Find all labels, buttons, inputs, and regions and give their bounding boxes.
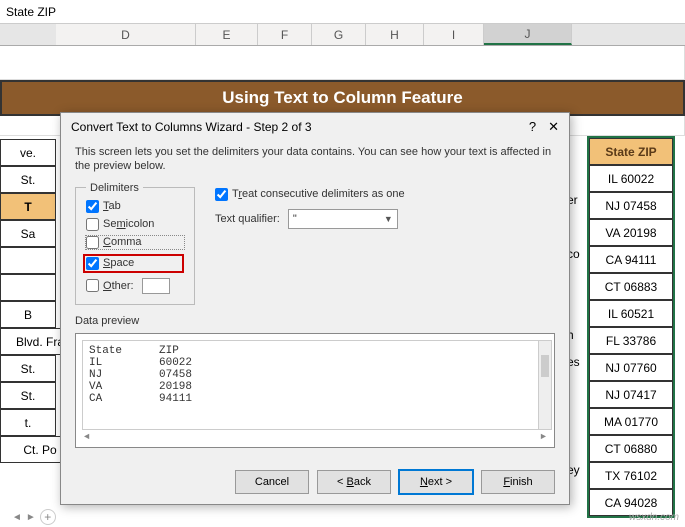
cell-suffix xyxy=(567,436,587,463)
state-zip-column: State ZIP IL 60022 NJ 07458 VA 20198 CA … xyxy=(587,136,675,518)
finish-button[interactable]: Finish xyxy=(481,470,555,494)
close-icon[interactable]: ✕ xyxy=(548,119,559,135)
cell-suffix: co xyxy=(567,247,587,274)
dialog-titlebar: Convert Text to Columns Wizard - Step 2 … xyxy=(61,113,569,141)
text-qualifier-select[interactable]: " ▼ xyxy=(288,209,398,229)
cell-suffix: h xyxy=(567,328,587,355)
state-zip-header[interactable]: State ZIP xyxy=(589,138,673,165)
cell-left[interactable]: B xyxy=(0,301,56,328)
cell-left[interactable]: T xyxy=(0,193,56,220)
table-row[interactable]: NJ 07458 xyxy=(589,192,673,219)
column-header-row: D E F G H I J xyxy=(0,24,685,46)
col-header-g[interactable]: G xyxy=(312,24,366,45)
cell-suffix xyxy=(567,301,587,328)
chevron-down-icon: ▼ xyxy=(384,214,393,224)
banner-title: Using Text to Column Feature xyxy=(0,80,685,116)
text-qualifier-value: " xyxy=(293,213,297,225)
table-row[interactable]: IL 60521 xyxy=(589,300,673,327)
delimiter-comma[interactable]: Comma xyxy=(86,236,184,249)
preview-horizontal-scrollbar[interactable]: ◄ ► xyxy=(82,430,548,444)
other-input[interactable] xyxy=(142,278,170,294)
col-header-h[interactable]: H xyxy=(366,24,424,45)
space-checkbox[interactable] xyxy=(86,257,99,270)
semicolon-checkbox[interactable] xyxy=(86,218,99,231)
table-row[interactable]: FL 33786 xyxy=(589,327,673,354)
table-row[interactable]: VA 20198 xyxy=(589,219,673,246)
table-row[interactable]: CT 06880 xyxy=(589,435,673,462)
dialog-title: Convert Text to Columns Wizard - Step 2 … xyxy=(71,120,312,134)
cell-suffix: es xyxy=(567,355,587,382)
dialog-description: This screen lets you set the delimiters … xyxy=(75,145,555,174)
col-header-i[interactable]: I xyxy=(424,24,484,45)
treat-consecutive-checkbox[interactable] xyxy=(215,188,228,201)
cell-left[interactable]: St. xyxy=(0,382,56,409)
sheet-nav-next-icon[interactable]: ► xyxy=(26,512,36,523)
text-qualifier-label: Text qualifier: xyxy=(215,213,280,225)
cancel-button[interactable]: Cancel xyxy=(235,470,309,494)
table-row[interactable]: CA 94111 xyxy=(589,246,673,273)
cell-suffix xyxy=(567,166,587,193)
table-row[interactable]: CT 06883 xyxy=(589,273,673,300)
cell-left[interactable] xyxy=(0,274,56,301)
cell-suffix xyxy=(567,409,587,436)
next-button[interactable]: Next > xyxy=(399,470,473,494)
formula-bar[interactable]: State ZIP xyxy=(0,0,685,24)
delimiter-space[interactable]: Space xyxy=(83,254,184,273)
cell-left[interactable]: t. xyxy=(0,409,56,436)
cell-suffix xyxy=(567,382,587,409)
delimiter-other[interactable]: Other: xyxy=(86,278,184,294)
table-row[interactable]: NJ 07417 xyxy=(589,381,673,408)
watermark: wsxdn.com xyxy=(629,512,679,523)
delimiters-legend: Delimiters xyxy=(86,182,143,194)
cell-suffix: er xyxy=(567,193,587,220)
cell-left[interactable] xyxy=(0,247,56,274)
cell-left[interactable]: St. xyxy=(0,166,56,193)
back-button[interactable]: < Back xyxy=(317,470,391,494)
col-header-e[interactable]: E xyxy=(196,24,258,45)
sheet-tabs: ◄ ► + xyxy=(0,507,56,527)
table-row[interactable]: NJ 07760 xyxy=(589,354,673,381)
other-checkbox[interactable] xyxy=(86,279,99,292)
delimiter-tab[interactable]: Tab xyxy=(86,200,184,213)
tab-checkbox[interactable] xyxy=(86,200,99,213)
help-icon[interactable]: ? xyxy=(529,119,536,135)
cell-left[interactable]: ve. xyxy=(0,139,56,166)
sheet-nav-prev-icon[interactable]: ◄ xyxy=(12,512,22,523)
table-row[interactable]: TX 76102 xyxy=(589,462,673,489)
data-preview: StateZIP IL60022 NJ07458 VA20198 CA94111… xyxy=(75,333,555,448)
scroll-left-icon[interactable]: ◄ xyxy=(84,432,89,442)
delimiter-semicolon[interactable]: Semicolon xyxy=(86,218,184,231)
cell-left[interactable]: St. xyxy=(0,355,56,382)
scroll-right-icon[interactable]: ► xyxy=(541,432,546,442)
table-row[interactable]: MA 01770 xyxy=(589,408,673,435)
col-header-d[interactable]: D xyxy=(56,24,196,45)
table-row[interactable]: IL 60022 xyxy=(589,165,673,192)
text-to-columns-dialog: Convert Text to Columns Wizard - Step 2 … xyxy=(60,112,570,505)
formula-value: State ZIP xyxy=(6,5,56,19)
preview-vertical-scrollbar[interactable] xyxy=(538,340,552,430)
cell-suffix: ey xyxy=(567,463,587,490)
cell-suffix xyxy=(567,220,587,247)
treat-consecutive[interactable]: Treat consecutive delimiters as one xyxy=(215,188,405,201)
new-sheet-button[interactable]: + xyxy=(40,509,56,525)
col-header-f[interactable]: F xyxy=(258,24,312,45)
data-preview-label: Data preview xyxy=(75,315,555,327)
cell-left[interactable]: Sa xyxy=(0,220,56,247)
comma-checkbox[interactable] xyxy=(86,236,99,249)
col-header-j[interactable]: J xyxy=(484,24,572,45)
cell-suffix xyxy=(567,274,587,301)
